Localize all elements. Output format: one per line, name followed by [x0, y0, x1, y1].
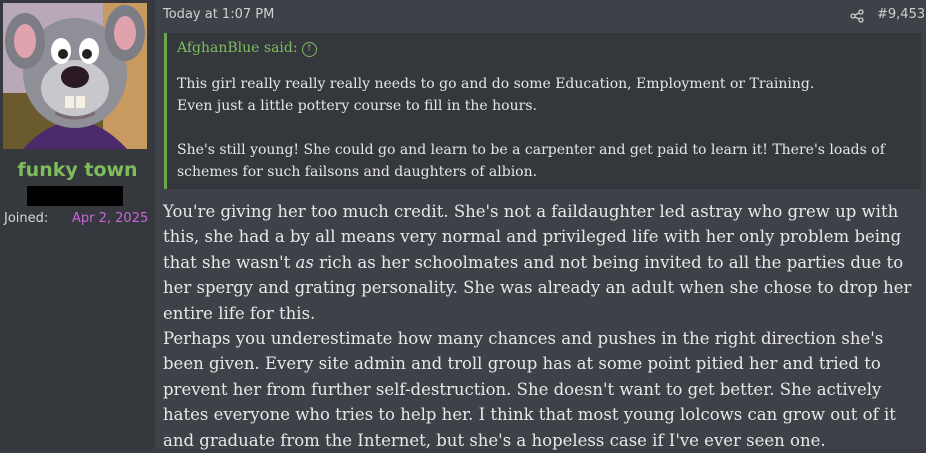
quote-line: Even just a little pottery course to fil…	[177, 98, 537, 114]
post-timestamp[interactable]: Today at 1:07 PM	[163, 7, 274, 22]
quote-author-link[interactable]: AfghanBlue said: ↑	[177, 40, 317, 57]
avatar[interactable]	[3, 3, 147, 149]
avatar-image	[3, 3, 147, 149]
user-sidebar: funky town Joined: Apr 2, 2025	[0, 0, 155, 449]
post-text-italic: as	[295, 252, 314, 272]
username[interactable]: funky town	[0, 159, 155, 181]
share-icon[interactable]	[850, 8, 864, 23]
quote-author[interactable]: AfghanBlue said:	[177, 40, 298, 56]
joined-date: Apr 2, 2025	[72, 211, 149, 226]
post-paragraph: You're giving her too much credit. She's…	[163, 199, 923, 326]
joined-label: Joined:	[4, 211, 49, 226]
quote-block: AfghanBlue said: ↑ This girl really reall…	[164, 33, 921, 189]
quote-line: She's still young! She could go and lear…	[177, 142, 885, 180]
redacted-user-title	[27, 186, 123, 206]
quote-line: This girl really really really needs to …	[177, 76, 815, 92]
post-content: Today at 1:07 PM #9,453 AfghanBlue said:…	[155, 0, 926, 450]
quote-text: This girl really really really needs to …	[177, 73, 912, 183]
post-body: You're giving her too much credit. She's…	[163, 199, 923, 453]
arrow-up-circle-icon[interactable]: ↑	[301, 42, 317, 57]
post-number-link[interactable]: #9,453	[877, 7, 925, 22]
post-paragraph: Perhaps you underestimate how many chanc…	[163, 329, 896, 450]
